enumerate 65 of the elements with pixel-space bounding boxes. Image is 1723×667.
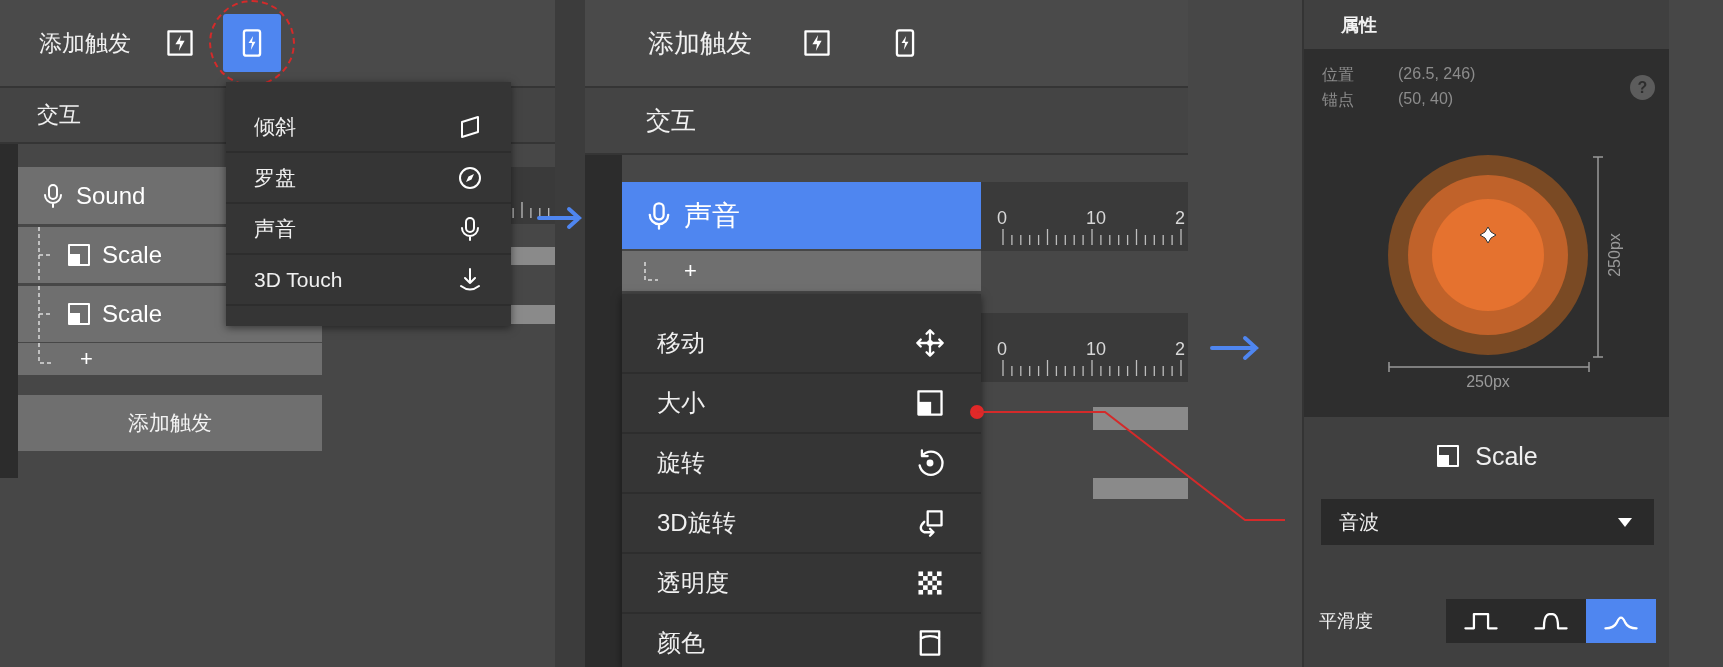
scale-icon — [915, 388, 945, 418]
menu-item[interactable]: 罗盘 — [226, 153, 511, 204]
menu-item[interactable]: 声音 — [226, 204, 511, 255]
dimension-label: 250px — [1466, 373, 1510, 390]
menu-item-label: 旋转 — [657, 448, 705, 478]
property-label: 锚点 — [1322, 90, 1355, 110]
panel-title: 属性 — [1341, 13, 1377, 37]
right-arrow-icon — [1210, 335, 1260, 361]
ruler-label: 10 — [1086, 208, 1108, 229]
ruler-label: 10 — [1086, 339, 1108, 360]
menu-item[interactable]: 旋转 — [622, 434, 981, 494]
scale-icon — [66, 242, 92, 268]
menu-item-label: 大小 — [657, 388, 705, 418]
effect-label: Scale — [102, 300, 163, 328]
menu-item-label: 颜色 — [657, 628, 705, 658]
section-title: 交互 — [37, 101, 81, 129]
add-trigger-button[interactable]: 添加触发 — [18, 395, 322, 451]
plus-sign: + — [684, 258, 697, 284]
menu-item[interactable]: 透明度 — [622, 554, 981, 614]
property-value: (50, 40) — [1398, 90, 1455, 109]
property-value: (26.5, 246) — [1398, 65, 1477, 84]
trigger-row[interactable]: 声音 — [622, 182, 981, 249]
scale-icon — [66, 301, 92, 327]
add-effect-row[interactable]: + — [18, 343, 322, 375]
square-pulse-icon — [1464, 611, 1498, 631]
bolt-square-icon — [802, 28, 832, 58]
menu-item[interactable]: 3D旋转 — [622, 494, 981, 554]
checkerboard-icon — [915, 568, 945, 598]
rounded-pulse-icon — [1534, 611, 1568, 631]
menu-item-label: 移动 — [657, 328, 705, 358]
anchor-point-icon — [1479, 226, 1497, 244]
effect-label: Scale — [102, 241, 163, 269]
toolbar-title: 添加触发 — [39, 28, 131, 58]
menu-item[interactable]: 颜色 — [622, 614, 981, 667]
add-effect-row[interactable]: + — [622, 251, 981, 291]
compass-icon — [457, 164, 483, 191]
plus-sign: + — [80, 346, 93, 372]
effect-title: Scale — [1475, 441, 1538, 471]
smoothness-label: 平滑度 — [1319, 610, 1373, 633]
right-arrow-icon — [537, 206, 583, 230]
dropdown-caret-icon — [1618, 517, 1632, 527]
toolbar-title: 添加触发 — [648, 26, 752, 60]
rotate-icon — [915, 448, 945, 478]
trigger-label: Sound — [76, 181, 146, 210]
property-label: 位置 — [1322, 65, 1355, 85]
trigger-label: 声音 — [684, 198, 740, 233]
source-dropdown[interactable]: 音波 — [1321, 499, 1654, 545]
menu-item-label: 透明度 — [657, 568, 729, 598]
tree-connector — [644, 261, 660, 281]
ruler-label: 2 — [1175, 339, 1186, 360]
menu-item[interactable]: 倾斜 — [226, 102, 511, 153]
section-title: 交互 — [646, 105, 696, 136]
move-icon — [915, 328, 945, 358]
menu-item-label: 倾斜 — [254, 113, 296, 140]
dimension-label: 250px — [1606, 233, 1623, 277]
menu-item[interactable]: 移动 — [622, 314, 981, 374]
menu-item-label: 3D旋转 — [657, 508, 736, 538]
ruler-label: 0 — [997, 339, 1008, 360]
ruler-label: 2 — [1175, 208, 1186, 229]
menu-item[interactable]: 3D Touch — [226, 255, 511, 306]
scale-icon — [1435, 443, 1462, 469]
menu-item-label: 罗盘 — [254, 164, 296, 191]
bolt-square-icon — [165, 28, 195, 58]
ruler-label: 0 — [997, 208, 1008, 229]
press-icon — [457, 266, 483, 293]
